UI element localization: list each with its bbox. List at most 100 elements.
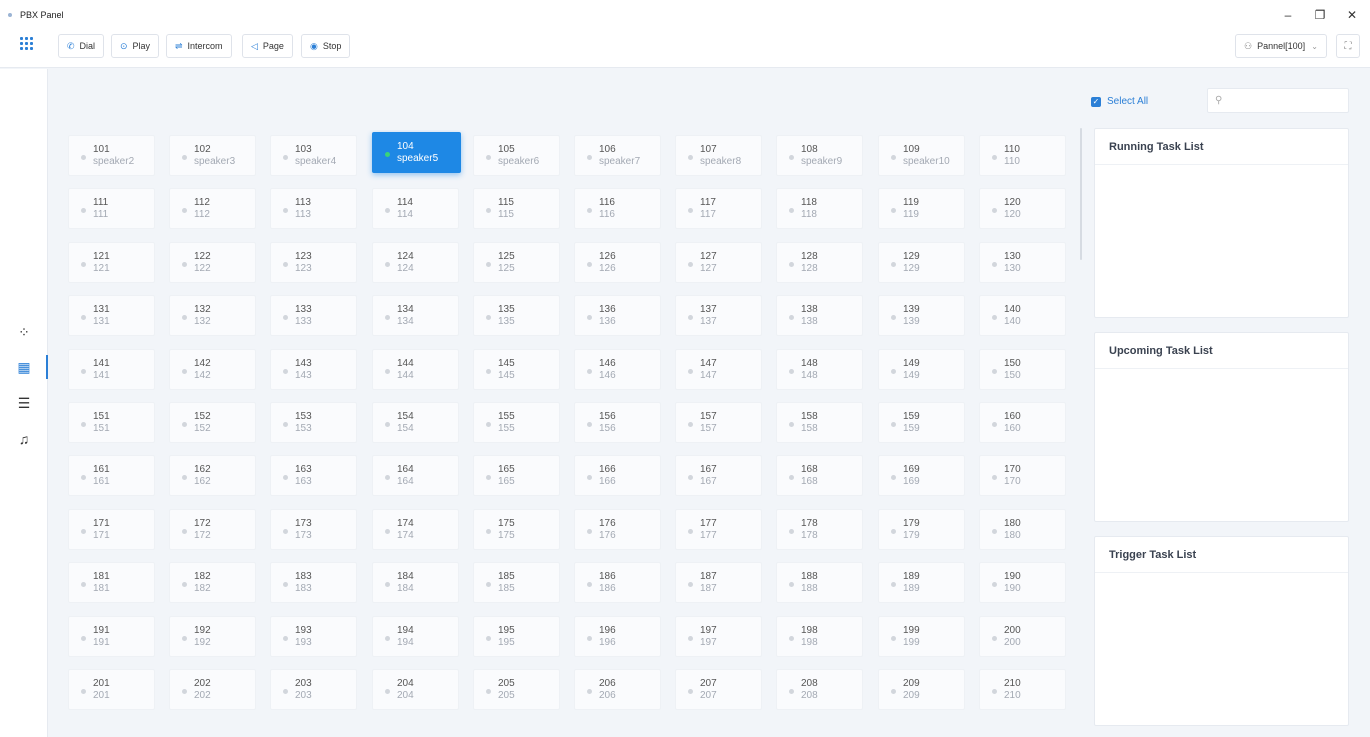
intercom-button[interactable]: ⇌ Intercom (166, 34, 232, 58)
device-tile[interactable]: 127 127 (675, 242, 762, 283)
device-tile[interactable]: 184 184 (372, 562, 459, 603)
device-tile[interactable]: 208 208 (776, 669, 863, 710)
device-tile[interactable]: 170 170 (979, 455, 1066, 496)
device-tile[interactable]: 197 197 (675, 616, 762, 657)
grid-scrollbar[interactable] (1080, 128, 1082, 260)
device-tile[interactable]: 187 187 (675, 562, 762, 603)
device-tile[interactable]: 107 speaker8 (675, 135, 762, 176)
device-tile[interactable]: 148 148 (776, 349, 863, 390)
device-tile[interactable]: 129 129 (878, 242, 965, 283)
device-tile[interactable]: 137 137 (675, 295, 762, 336)
device-tile[interactable]: 179 179 (878, 509, 965, 550)
device-tile[interactable]: 205 205 (473, 669, 560, 710)
device-tile[interactable]: 138 138 (776, 295, 863, 336)
device-tile[interactable]: 110 110 (979, 135, 1066, 176)
user-dropdown[interactable]: ⚇ Pannel[100] ⌄ (1235, 34, 1327, 58)
device-tile[interactable]: 142 142 (169, 349, 256, 390)
device-tile[interactable]: 202 202 (169, 669, 256, 710)
device-tile[interactable]: 111 111 (68, 188, 155, 229)
device-tile[interactable]: 210 210 (979, 669, 1066, 710)
device-tile[interactable]: 182 182 (169, 562, 256, 603)
dial-button[interactable]: ✆ Dial (58, 34, 105, 58)
device-tile[interactable]: 190 190 (979, 562, 1066, 603)
device-tile[interactable]: 154 154 (372, 402, 459, 443)
device-tile[interactable]: 180 180 (979, 509, 1066, 550)
device-tile[interactable]: 161 161 (68, 455, 155, 496)
device-tile[interactable]: 124 124 (372, 242, 459, 283)
device-tile[interactable]: 112 112 (169, 188, 256, 229)
device-tile[interactable]: 123 123 (270, 242, 357, 283)
device-tile[interactable]: 146 146 (574, 349, 661, 390)
minimize-button[interactable]: – (1274, 6, 1302, 24)
device-tile[interactable]: 203 203 (270, 669, 357, 710)
nav-panel[interactable]: ▦ (0, 353, 48, 381)
device-tile[interactable]: 130 130 (979, 242, 1066, 283)
device-tile[interactable]: 204 204 (372, 669, 459, 710)
device-tile[interactable]: 151 151 (68, 402, 155, 443)
device-tile[interactable]: 174 174 (372, 509, 459, 550)
device-tile[interactable]: 125 125 (473, 242, 560, 283)
device-tile[interactable]: 152 152 (169, 402, 256, 443)
restore-button[interactable]: ❐ (1306, 6, 1334, 24)
device-tile[interactable]: 172 172 (169, 509, 256, 550)
device-tile[interactable]: 207 207 (675, 669, 762, 710)
device-tile[interactable]: 185 185 (473, 562, 560, 603)
device-tile[interactable]: 163 163 (270, 455, 357, 496)
device-tile[interactable]: 173 173 (270, 509, 357, 550)
device-tile[interactable]: 156 156 (574, 402, 661, 443)
device-tile[interactable]: 159 159 (878, 402, 965, 443)
device-tile[interactable]: 194 194 (372, 616, 459, 657)
device-tile[interactable]: 181 181 (68, 562, 155, 603)
device-tile[interactable]: 200 200 (979, 616, 1066, 657)
device-tile[interactable]: 149 149 (878, 349, 965, 390)
device-tile[interactable]: 164 164 (372, 455, 459, 496)
device-tile[interactable]: 150 150 (979, 349, 1066, 390)
nav-dashboard[interactable]: ⁘ (0, 318, 48, 346)
device-tile[interactable]: 103 speaker4 (270, 135, 357, 176)
device-tile[interactable]: 166 166 (574, 455, 661, 496)
device-tile[interactable]: 141 141 (68, 349, 155, 390)
device-tile[interactable]: 121 121 (68, 242, 155, 283)
device-tile[interactable]: 201 201 (68, 669, 155, 710)
app-grid-logo-icon[interactable] (20, 37, 34, 51)
device-tile[interactable]: 196 196 (574, 616, 661, 657)
device-tile[interactable]: 117 117 (675, 188, 762, 229)
device-tile[interactable]: 183 183 (270, 562, 357, 603)
device-tile[interactable]: 136 136 (574, 295, 661, 336)
device-tile[interactable]: 192 192 (169, 616, 256, 657)
device-tile[interactable]: 177 177 (675, 509, 762, 550)
nav-list[interactable]: ☰ (0, 389, 48, 417)
nav-music[interactable]: ♫ (0, 425, 48, 453)
device-tile[interactable]: 116 116 (574, 188, 661, 229)
device-tile[interactable]: 105 speaker6 (473, 135, 560, 176)
device-tile[interactable]: 169 169 (878, 455, 965, 496)
device-tile[interactable]: 195 195 (473, 616, 560, 657)
device-tile[interactable]: 109 speaker10 (878, 135, 965, 176)
device-tile[interactable]: 206 206 (574, 669, 661, 710)
stop-button[interactable]: ◉ Stop (301, 34, 351, 58)
device-tile[interactable]: 115 115 (473, 188, 560, 229)
device-tile[interactable]: 160 160 (979, 402, 1066, 443)
device-tile[interactable]: 158 158 (776, 402, 863, 443)
device-tile[interactable]: 140 140 (979, 295, 1066, 336)
device-tile[interactable]: 176 176 (574, 509, 661, 550)
device-tile[interactable]: 167 167 (675, 455, 762, 496)
device-tile[interactable]: 144 144 (372, 349, 459, 390)
device-tile[interactable]: 113 113 (270, 188, 357, 229)
device-tile[interactable]: 155 155 (473, 402, 560, 443)
device-tile[interactable]: 193 193 (270, 616, 357, 657)
device-tile[interactable]: 165 165 (473, 455, 560, 496)
device-tile[interactable]: 186 186 (574, 562, 661, 603)
device-tile[interactable]: 175 175 (473, 509, 560, 550)
device-tile[interactable]: 191 191 (68, 616, 155, 657)
device-tile[interactable]: 145 145 (473, 349, 560, 390)
device-tile[interactable]: 128 128 (776, 242, 863, 283)
device-tile[interactable]: 178 178 (776, 509, 863, 550)
close-button[interactable]: ✕ (1338, 6, 1366, 24)
device-tile[interactable]: 153 153 (270, 402, 357, 443)
device-tile[interactable]: 143 143 (270, 349, 357, 390)
device-tile[interactable]: 135 135 (473, 295, 560, 336)
device-tile[interactable]: 102 speaker3 (169, 135, 256, 176)
device-tile[interactable]: 198 198 (776, 616, 863, 657)
device-tile[interactable]: 188 188 (776, 562, 863, 603)
